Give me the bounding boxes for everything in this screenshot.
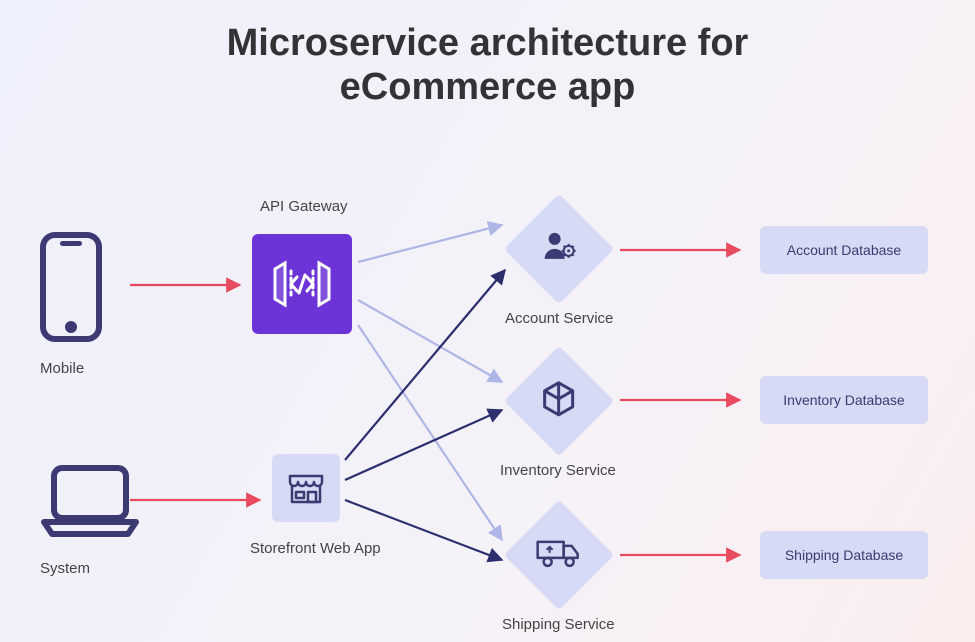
arrow-gateway-to-inventory — [358, 300, 502, 382]
account-service-label: Account Service — [505, 310, 613, 327]
title-line2: eCommerce app — [340, 66, 636, 108]
account-service-icon — [539, 227, 579, 267]
mobile-icon — [40, 232, 102, 342]
arrow-gateway-to-account — [358, 225, 502, 262]
system-label: System — [40, 560, 90, 577]
shipping-service-node — [504, 500, 614, 610]
shipping-service-icon — [536, 536, 582, 570]
api-gateway-node — [252, 234, 352, 334]
storefront-label: Storefront Web App — [250, 540, 381, 557]
storefront-icon — [284, 466, 328, 510]
inventory-database-node: Inventory Database — [760, 376, 928, 424]
shipping-database-node: Shipping Database — [760, 531, 928, 579]
diagram-title: Microservice architecture for eCommerce … — [0, 22, 975, 109]
title-line1: Microservice architecture for — [227, 22, 749, 64]
arrow-storefront-to-account — [345, 270, 505, 460]
shipping-database-label: Shipping Database — [785, 547, 903, 563]
account-service-node — [504, 194, 614, 304]
inventory-service-icon — [539, 379, 579, 419]
laptop-icon — [40, 462, 140, 540]
inventory-service-label: Inventory Service — [500, 462, 616, 479]
system-client — [40, 462, 140, 545]
account-database-label: Account Database — [787, 242, 901, 258]
inventory-database-label: Inventory Database — [783, 392, 904, 408]
shipping-service-label: Shipping Service — [502, 616, 615, 633]
mobile-client — [40, 232, 102, 347]
account-database-node: Account Database — [760, 226, 928, 274]
arrow-gateway-to-shipping — [358, 325, 502, 540]
api-gateway-icon — [267, 249, 337, 319]
mobile-label: Mobile — [40, 360, 84, 377]
inventory-service-node — [504, 346, 614, 456]
storefront-node — [272, 454, 340, 522]
api-gateway-label: API Gateway — [260, 198, 348, 215]
arrow-storefront-to-inventory — [345, 410, 502, 480]
